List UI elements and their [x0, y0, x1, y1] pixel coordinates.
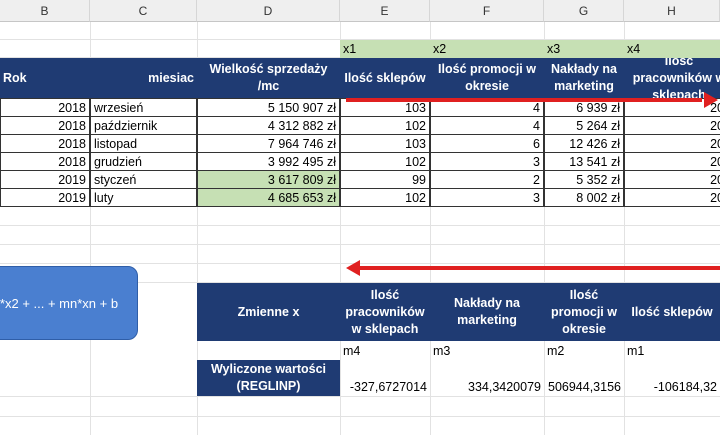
column-header-b[interactable]: B — [0, 0, 90, 22]
cell-rok[interactable]: 2018 — [0, 116, 90, 135]
header-promocje-2[interactable]: Ilość promocji w okresie — [544, 283, 624, 341]
cell-miesiac[interactable]: listopad — [90, 134, 197, 153]
cell-miesiac[interactable]: styczeń — [90, 170, 197, 189]
cell-miesiac[interactable]: październik — [90, 116, 197, 135]
column-header-e[interactable]: E — [340, 0, 430, 22]
cell-promocje[interactable]: 3 — [430, 188, 544, 207]
m-label-m2[interactable]: m2 — [544, 342, 624, 360]
cell-promocje[interactable]: 3 — [430, 152, 544, 171]
left-arrow-icon — [346, 260, 720, 276]
cell-sklepy[interactable]: 99 — [340, 170, 430, 189]
column-header-h[interactable]: H — [624, 0, 720, 22]
header-sklepy-2[interactable]: Ilość sklepów — [624, 283, 720, 341]
x-label-x3[interactable]: x3 — [544, 40, 624, 58]
header-rok[interactable]: Rok — [0, 58, 90, 98]
cell-sklepy[interactable]: 102 — [340, 116, 430, 135]
result-m1[interactable]: -106184,32 — [624, 378, 720, 396]
cell-sprzedaz[interactable]: 5 150 907 zł — [197, 98, 340, 117]
column-header-f[interactable]: F — [430, 0, 544, 22]
right-arrow-icon — [346, 92, 718, 108]
cell-naklady[interactable]: 13 541 zł — [544, 152, 624, 171]
cell-pracownicy[interactable]: 20 — [624, 152, 720, 171]
cell-sprzedaz[interactable]: 4 312 882 zł — [197, 116, 340, 135]
cell-pracownicy[interactable]: 20 — [624, 134, 720, 153]
x-label-x4[interactable]: x4 — [624, 40, 720, 58]
cell-naklady[interactable]: 5 264 zł — [544, 116, 624, 135]
result-label[interactable]: Wyliczone wartości (REGLINP) — [197, 360, 340, 396]
formula-shape[interactable]: *x2 + ... + mn*xn + b — [0, 266, 138, 340]
header-zmienne-x[interactable]: Zmienne x — [197, 283, 340, 341]
cell-sklepy[interactable]: 102 — [340, 152, 430, 171]
result-m2[interactable]: 506944,3156 — [544, 378, 624, 396]
m-label-m4[interactable]: m4 — [340, 342, 430, 360]
cell-miesiac[interactable]: wrzesień — [90, 98, 197, 117]
column-header-g[interactable]: G — [544, 0, 624, 22]
cell-sklepy[interactable]: 103 — [340, 134, 430, 153]
cell-sklepy[interactable]: 102 — [340, 188, 430, 207]
result-m3[interactable]: 334,3420079 — [430, 378, 544, 396]
cell-sprzedaz[interactable]: 4 685 653 zł — [197, 188, 340, 207]
cell-naklady[interactable]: 12 426 zł — [544, 134, 624, 153]
x-label-x1[interactable]: x1 — [340, 40, 430, 58]
cell-naklady[interactable]: 8 002 zł — [544, 188, 624, 207]
result-m4[interactable]: -327,6727014 — [340, 378, 430, 396]
cell-miesiac[interactable]: grudzień — [90, 152, 197, 171]
cell-promocje[interactable]: 4 — [430, 116, 544, 135]
cell-promocje[interactable]: 2 — [430, 170, 544, 189]
header-miesiac[interactable]: miesiac — [90, 58, 197, 98]
header-pracownicy-2[interactable]: Ilość pracowników w sklepach — [340, 283, 430, 341]
cell-rok[interactable]: 2019 — [0, 188, 90, 207]
cell-naklady[interactable]: 5 352 zł — [544, 170, 624, 189]
header-naklady-2[interactable]: Nakłady na marketing — [430, 283, 544, 341]
header-sprzedaz[interactable]: Wielkość sprzedaży /mc — [197, 58, 340, 98]
cell-rok[interactable]: 2018 — [0, 152, 90, 171]
m-label-m3[interactable]: m3 — [430, 342, 544, 360]
cell-sprzedaz[interactable]: 3 992 495 zł — [197, 152, 340, 171]
cell-rok[interactable]: 2019 — [0, 170, 90, 189]
cell-promocje[interactable]: 6 — [430, 134, 544, 153]
spreadsheet-grid: B C D E F G H x1 x2 x3 x4 Rok miesiac Wi… — [0, 0, 720, 435]
m-label-m1[interactable]: m1 — [624, 342, 720, 360]
cell-sprzedaz[interactable]: 7 964 746 zł — [197, 134, 340, 153]
cell-pracownicy[interactable]: 20 — [624, 188, 720, 207]
column-header-c[interactable]: C — [90, 0, 197, 22]
cell-pracownicy[interactable]: 20 — [624, 170, 720, 189]
cell-pracownicy[interactable]: 20 — [624, 116, 720, 135]
cell-sprzedaz[interactable]: 3 617 809 zł — [197, 170, 340, 189]
column-header-d[interactable]: D — [197, 0, 340, 22]
cell-miesiac[interactable]: luty — [90, 188, 197, 207]
cell-rok[interactable]: 2018 — [0, 134, 90, 153]
cell-rok[interactable]: 2018 — [0, 98, 90, 117]
x-label-x2[interactable]: x2 — [430, 40, 544, 58]
